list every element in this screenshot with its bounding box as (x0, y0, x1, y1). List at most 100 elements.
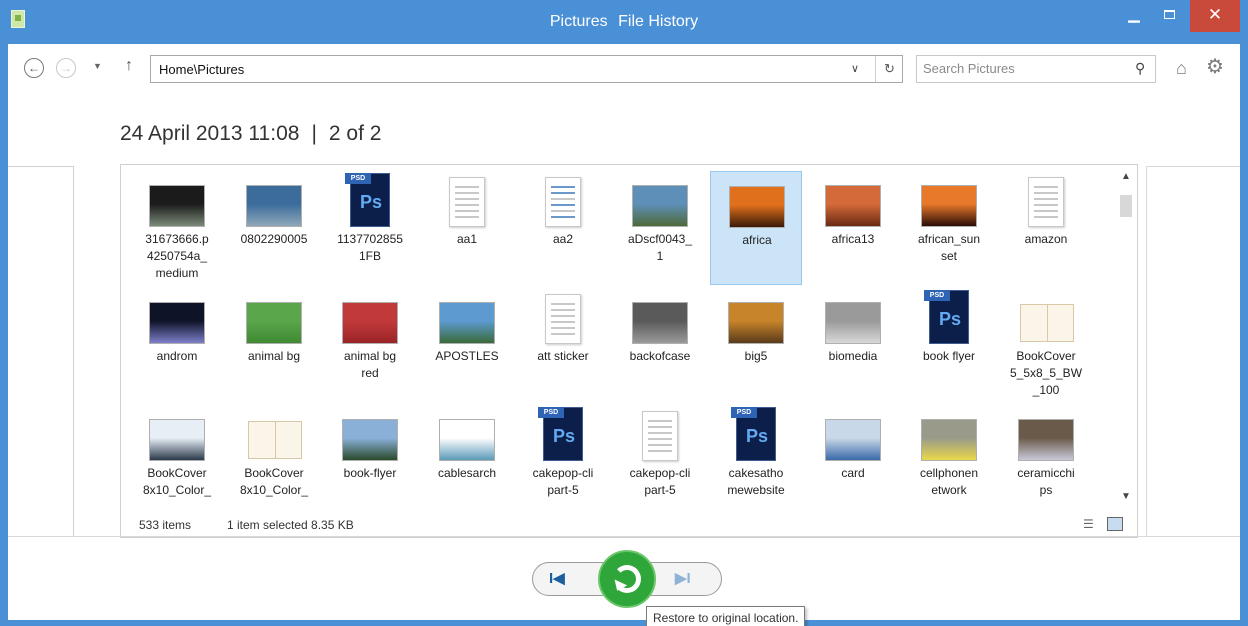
heading-separator: | (311, 122, 317, 145)
file-item[interactable]: APOSTLES (421, 288, 513, 402)
file-history-window: Pictures File History ▁ ✕ ← → ▼ ↑ Home\P… (0, 0, 1248, 626)
file-item[interactable]: aa1 (421, 171, 513, 285)
file-item[interactable]: cablesarch (421, 405, 513, 501)
vertical-scrollbar[interactable]: ▲ ▼ (1117, 165, 1135, 505)
back-arrow-icon: ← (28, 61, 40, 75)
file-item[interactable]: africa (710, 171, 802, 285)
file-item[interactable]: 31673666.p 4250754a_ medium (131, 171, 223, 285)
large-icons-view-icon[interactable] (1107, 517, 1123, 531)
file-item[interactable]: aa2 (517, 171, 609, 285)
book-thumbnail (248, 421, 302, 459)
previous-version-button[interactable]: I◀ (549, 569, 579, 587)
file-item[interactable]: amazon (1000, 171, 1092, 285)
next-version-button[interactable]: ▶I (675, 569, 705, 587)
details-view-icon[interactable]: ☰ (1083, 517, 1099, 531)
file-name: amazon (1024, 232, 1068, 246)
previous-version-pane[interactable] (8, 166, 74, 536)
refresh-icon: ↻ (884, 61, 895, 76)
close-button[interactable]: ✕ (1190, 0, 1240, 32)
file-name: ceramicchi ps (1017, 466, 1075, 497)
document-thumbnail (642, 411, 678, 461)
file-name: africa (742, 233, 772, 247)
file-name: APOSTLES (435, 349, 499, 363)
file-item[interactable]: animal bg red (324, 288, 416, 402)
recent-locations-button[interactable]: ▼ (93, 61, 102, 71)
up-button[interactable]: ↑ (125, 57, 133, 75)
file-item[interactable]: aDscf0043_ 1 (614, 171, 706, 285)
file-item[interactable]: big5 (710, 288, 802, 402)
status-bar: 533 items 1 item selected 8.35 KB ☰ (121, 513, 1137, 537)
image-thumbnail (632, 302, 688, 344)
file-name: animal bg red (343, 349, 397, 380)
image-thumbnail (439, 302, 495, 344)
restore-tooltip: Restore to original location. (646, 606, 806, 626)
file-item[interactable]: BookCover 5_5x8_5_BW _100 (1000, 288, 1092, 402)
file-item[interactable]: biomedia (807, 288, 899, 402)
file-item[interactable]: BookCover 8x10_Color_ (131, 405, 223, 501)
psd-file-icon: PSD Ps (731, 407, 776, 461)
scrollbar-thumb[interactable] (1120, 195, 1132, 217)
file-name: BookCover 8x10_Color_ (142, 466, 212, 497)
scroll-up-icon[interactable]: ▲ (1121, 171, 1131, 182)
image-thumbnail (825, 185, 881, 227)
file-item[interactable]: cakepop-cli part-5 (614, 405, 706, 501)
file-item[interactable]: card (807, 405, 899, 501)
address-bar[interactable]: Home\Pictures ∨ ↻ (150, 55, 903, 83)
next-version-pane[interactable] (1146, 166, 1240, 536)
file-item[interactable]: BookCover 8x10_Color_ (228, 405, 320, 501)
backup-date: 24 April 2013 11:08 (120, 122, 300, 145)
file-item[interactable]: african_sun set (903, 171, 995, 285)
image-thumbnail (342, 302, 398, 344)
gear-icon[interactable]: ⚙ (1206, 56, 1228, 78)
file-item[interactable]: PSD Ps 1137702855 1FB (324, 171, 416, 285)
file-item[interactable]: att sticker (517, 288, 609, 402)
up-arrow-icon: ↑ (125, 57, 133, 74)
window-content: ← → ▼ ↑ Home\Pictures ∨ ↻ ⚲ ⌂ (8, 44, 1240, 626)
image-thumbnail (921, 419, 977, 461)
scroll-down-icon[interactable]: ▼ (1121, 491, 1131, 502)
selection-info: 1 item selected 8.35 KB (227, 518, 354, 532)
file-item[interactable]: androm (131, 288, 223, 402)
backup-heading: 24 April 2013 11:08 | 2 of 2 (120, 122, 381, 146)
image-thumbnail (632, 185, 688, 227)
file-name: big5 (744, 349, 768, 363)
file-name: androm (156, 349, 198, 363)
image-thumbnail (1018, 419, 1074, 461)
restore-button[interactable] (598, 550, 656, 608)
address-dropdown-icon[interactable]: ∨ (851, 62, 859, 75)
psd-file-icon: PSD Ps (538, 407, 583, 461)
file-item[interactable]: cellphonen etwork (903, 405, 995, 501)
file-item[interactable]: africa13 (807, 171, 899, 285)
search-icon[interactable]: ⚲ (1135, 60, 1145, 77)
file-name: book flyer (922, 349, 976, 363)
refresh-button[interactable]: ↻ (875, 56, 903, 82)
back-button[interactable]: ← (24, 58, 44, 78)
image-thumbnail (729, 186, 785, 228)
file-item[interactable]: book-flyer (324, 405, 416, 501)
forward-arrow-icon: → (60, 61, 72, 75)
search-input[interactable] (923, 61, 1123, 76)
file-item[interactable]: PSD Ps cakepop-cli part-5 (517, 405, 609, 501)
photoshop-logo: Ps (552, 426, 576, 446)
maximize-button[interactable] (1152, 0, 1186, 32)
forward-button[interactable]: → (56, 58, 76, 78)
file-item[interactable]: 0802290005 (228, 171, 320, 285)
title-bar[interactable]: Pictures File History ▁ ✕ (0, 0, 1248, 44)
file-item[interactable]: backofcase (614, 288, 706, 402)
file-name: cablesarch (437, 466, 497, 480)
file-name: animal bg (247, 349, 301, 363)
image-thumbnail (825, 419, 881, 461)
file-item[interactable]: PSD Ps book flyer (903, 288, 995, 402)
item-count: 533 items (139, 518, 192, 532)
address-path[interactable]: Home\Pictures (159, 62, 244, 77)
image-thumbnail (149, 185, 205, 227)
file-item[interactable]: animal bg (228, 288, 320, 402)
home-icon[interactable]: ⌂ (1176, 58, 1196, 78)
file-item[interactable]: ceramicchi ps (1000, 405, 1092, 501)
psd-file-icon: PSD Ps (345, 173, 390, 227)
backup-version: 2 of 2 (328, 122, 382, 145)
file-item[interactable]: PSD Ps cakesatho mewebsite (710, 405, 802, 501)
search-box[interactable]: ⚲ (916, 55, 1156, 83)
minimize-button[interactable]: ▁ (1118, 0, 1150, 32)
file-name: aa2 (552, 232, 574, 246)
